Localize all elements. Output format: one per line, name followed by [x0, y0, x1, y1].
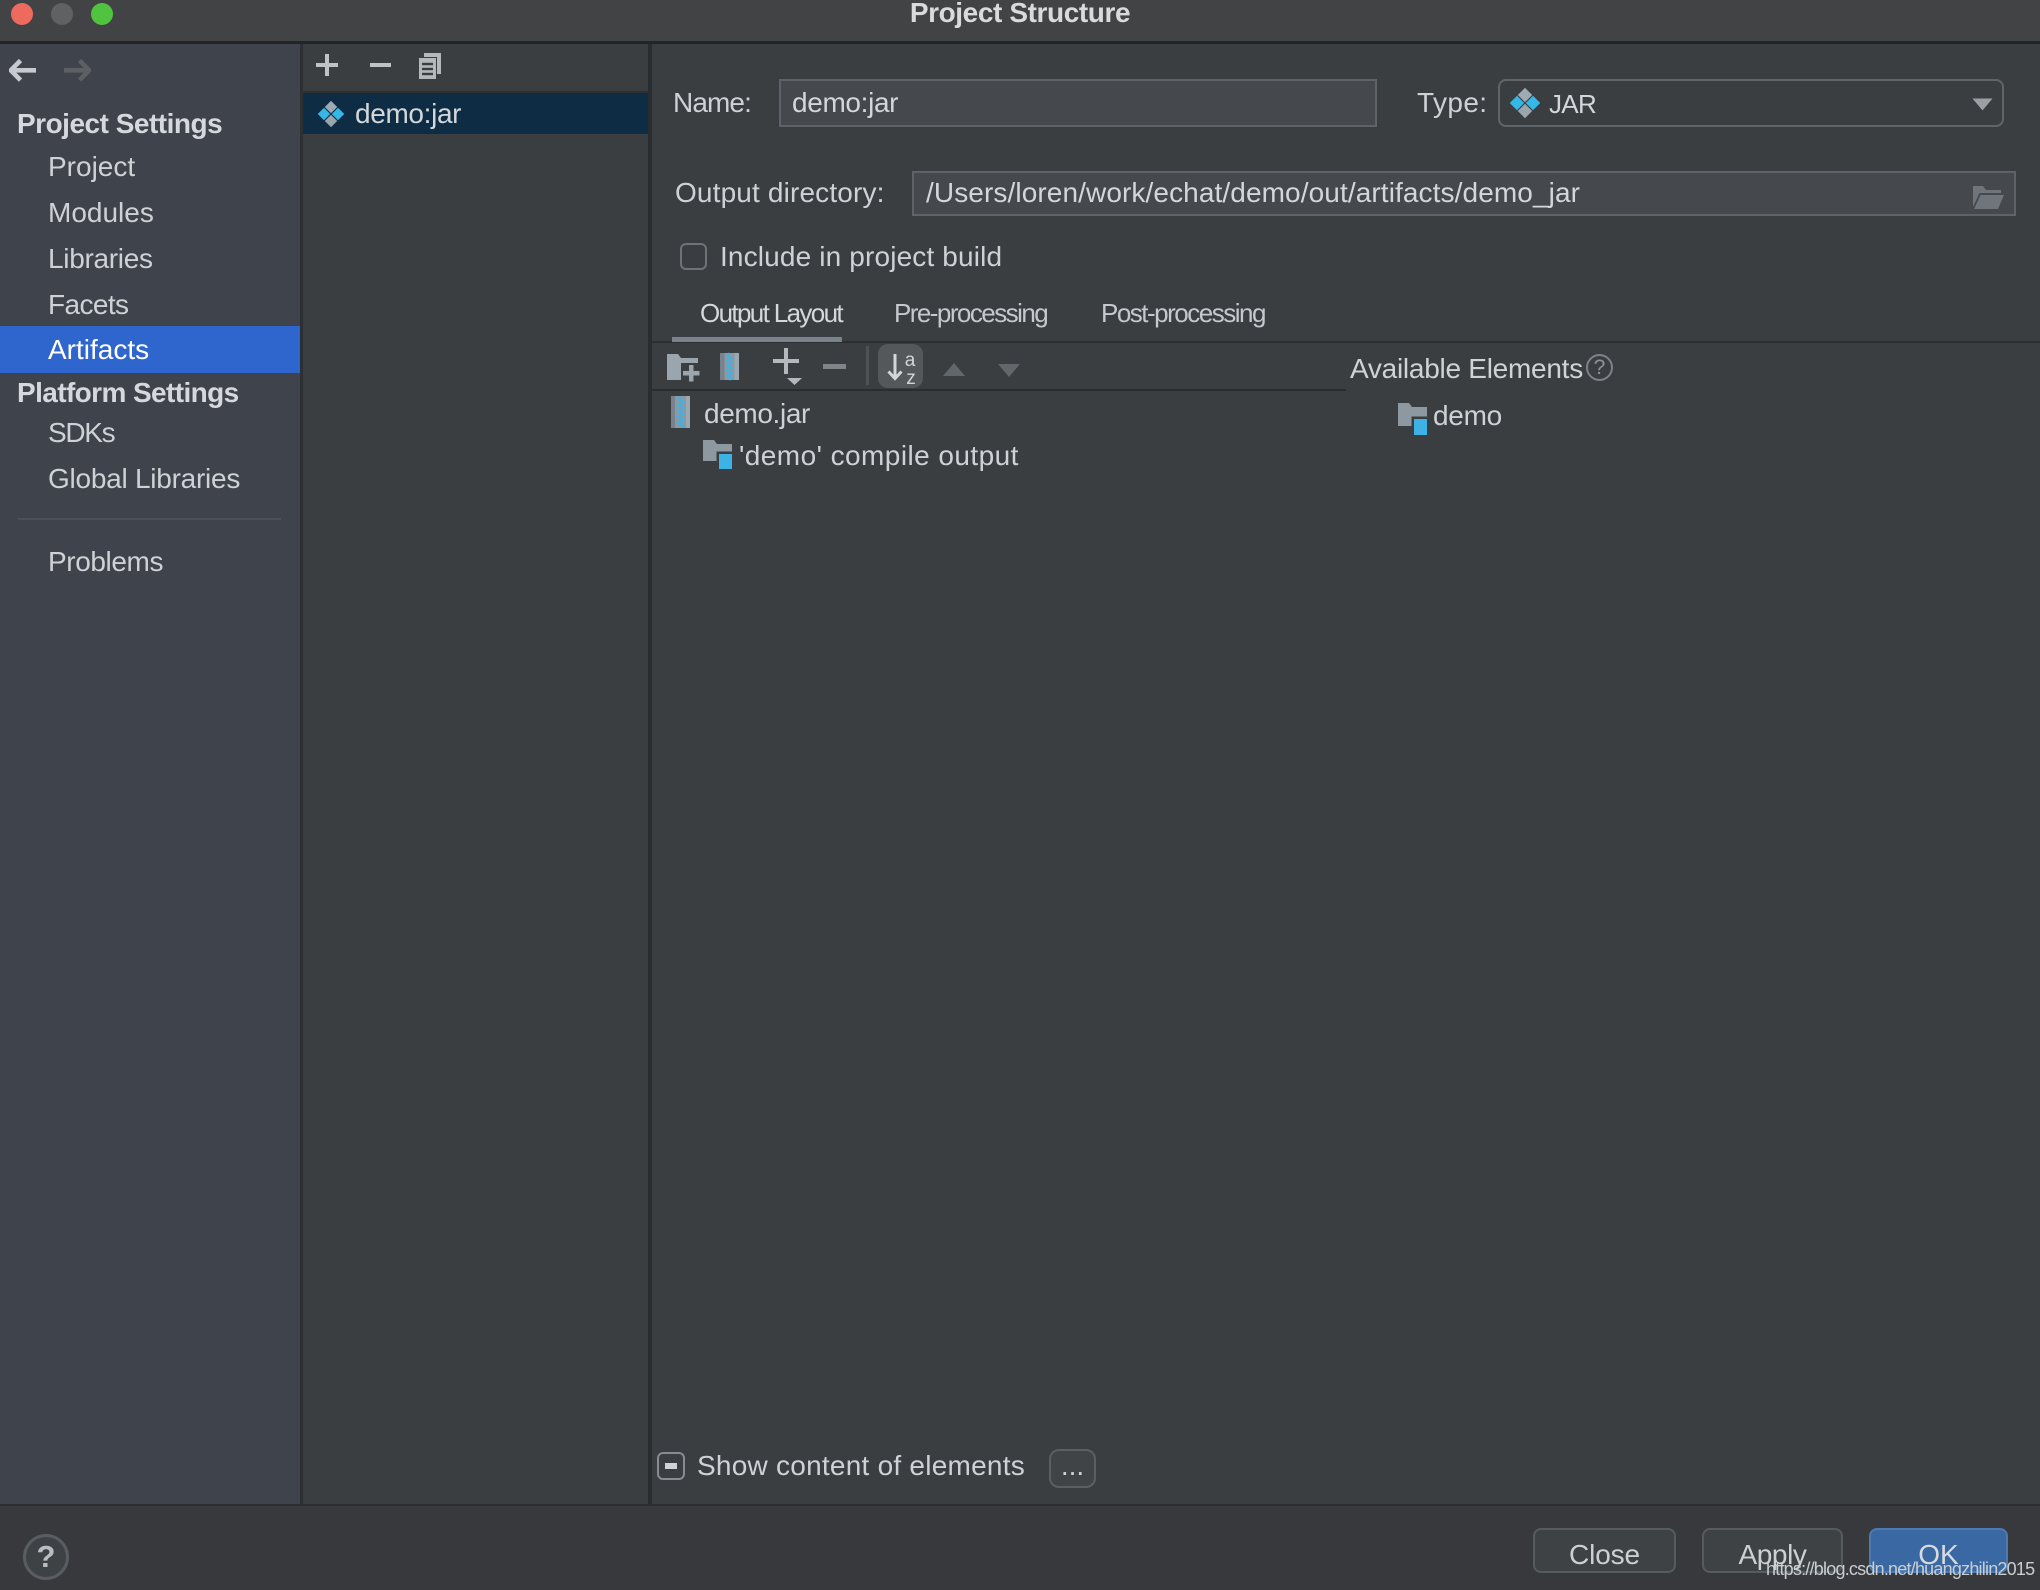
svg-text:z: z	[906, 368, 916, 388]
